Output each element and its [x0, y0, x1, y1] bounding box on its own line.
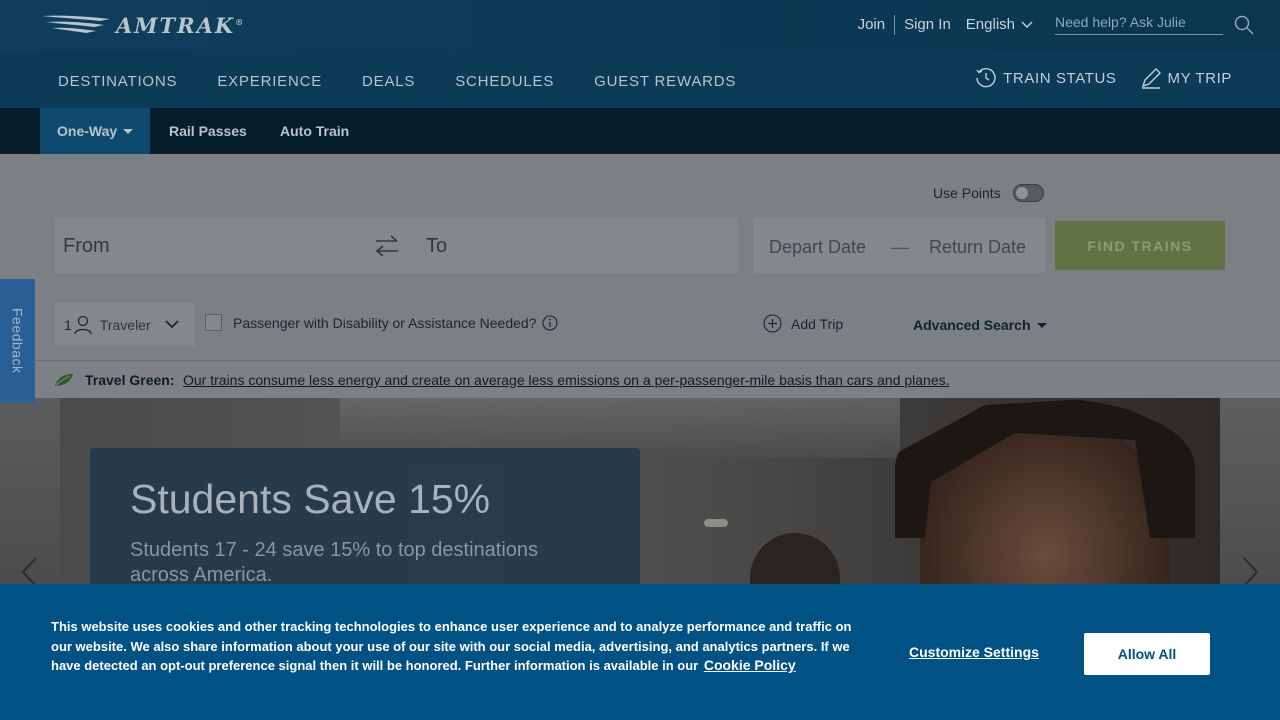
from-input[interactable]: From: [63, 235, 110, 258]
chevron-down-icon: [1021, 21, 1033, 28]
travel-green-label: Travel Green:: [85, 372, 175, 388]
chevron-left-icon[interactable]: [20, 556, 38, 584]
main-nav-items: DESTINATIONS EXPERIENCE DEALS SCHEDULES …: [58, 73, 736, 90]
feedback-label: Feedback: [9, 308, 26, 374]
my-trip-link[interactable]: MY TRIP: [1139, 66, 1233, 90]
swap-arrows-icon[interactable]: [373, 233, 401, 259]
help-search-input[interactable]: Need help? Ask Julie: [1055, 14, 1223, 35]
depart-date-input[interactable]: Depart Date: [769, 237, 866, 258]
train-status-link[interactable]: TRAIN STATUS: [974, 66, 1116, 90]
language-label: English: [965, 16, 1015, 33]
promo-subtitle: Students 17 - 24 save 15% to top destina…: [130, 539, 539, 584]
promo-card[interactable]: Students Save 15% Students 17 - 24 save …: [90, 448, 640, 584]
traveler-selector[interactable]: 1 Traveler: [55, 303, 195, 346]
search-icon[interactable]: [1234, 15, 1254, 35]
chevron-right-icon[interactable]: [1242, 556, 1260, 584]
customize-settings-button[interactable]: Customize Settings: [909, 644, 1039, 660]
top-bar: AMTRAK® Join Sign In English Need help? …: [0, 0, 1280, 50]
chevron-down-icon: [164, 320, 179, 329]
amtrak-logo[interactable]: AMTRAK®: [40, 12, 245, 38]
use-points: Use Points: [933, 184, 1044, 202]
travel-green-link[interactable]: Our trains consume less energy and creat…: [183, 372, 950, 388]
join-link[interactable]: Join: [849, 16, 895, 33]
add-trip-label: Add Trip: [791, 315, 844, 332]
tab-rail-passes[interactable]: Rail Passes: [169, 108, 247, 154]
tab-one-way[interactable]: One-Way: [40, 108, 151, 154]
from-to-field: From To: [55, 218, 738, 273]
advanced-search-label: Advanced Search: [913, 317, 1031, 333]
tab-one-way-label: One-Way: [57, 123, 118, 139]
tab-auto-train[interactable]: Auto Train: [280, 108, 349, 154]
utility-links: Join Sign In English Need help? Ask Juli…: [849, 14, 1254, 35]
travel-green-banner: Travel Green: Our trains consume less en…: [0, 360, 1280, 398]
disability-checkbox[interactable]: [205, 314, 222, 331]
cookie-banner: This website uses cookies and other trac…: [0, 584, 1280, 720]
nav-right: TRAIN STATUS MY TRIP: [974, 66, 1232, 90]
find-trains-button[interactable]: FIND TRAINS: [1055, 221, 1225, 270]
advanced-search-toggle[interactable]: Advanced Search: [913, 317, 1047, 333]
person-icon: [74, 315, 92, 334]
disability-option: Passenger with Disability or Assistance …: [205, 314, 558, 331]
cookie-text: This website uses cookies and other trac…: [51, 617, 871, 676]
main-nav: DESTINATIONS EXPERIENCE DEALS SCHEDULES …: [0, 50, 1280, 108]
nav-destinations[interactable]: DESTINATIONS: [58, 73, 177, 90]
info-icon[interactable]: [541, 314, 558, 331]
search-wrap: [1223, 15, 1254, 35]
date-separator: —: [891, 237, 909, 257]
nav-schedules[interactable]: SCHEDULES: [455, 73, 554, 90]
ceiling-light: [704, 519, 728, 527]
clock-history-icon: [976, 68, 996, 88]
caret-down-icon: [1036, 322, 1047, 328]
to-input[interactable]: To: [426, 235, 447, 258]
nav-deals[interactable]: DEALS: [362, 73, 415, 90]
cookie-policy-link[interactable]: Cookie Policy: [704, 657, 796, 673]
add-trip-button[interactable]: Add Trip: [763, 314, 843, 333]
pencil-icon: [1141, 68, 1161, 89]
date-field: Depart Date — Return Date: [753, 218, 1045, 273]
traveler-label: Traveler: [99, 316, 151, 333]
nav-guest-rewards[interactable]: GUEST REWARDS: [594, 73, 736, 90]
toggle-knob: [1015, 187, 1028, 199]
language-selector[interactable]: English: [966, 16, 1033, 33]
plus-circle-icon: [763, 314, 782, 333]
booking-type-tabs: One-Way Rail Passes Auto Train: [0, 108, 1280, 154]
disability-label: Passenger with Disability or Assistance …: [233, 314, 537, 331]
hero-carousel: Students Save 15% Students 17 - 24 save …: [0, 398, 1280, 584]
amtrak-swoosh-icon: [42, 15, 110, 33]
allow-all-button[interactable]: Allow All: [1084, 633, 1210, 675]
promo-title: Students Save 15%: [130, 476, 491, 522]
my-trip-label: MY TRIP: [1167, 69, 1232, 87]
caret-down-icon: [123, 128, 134, 134]
feedback-tab[interactable]: Feedback: [0, 279, 35, 403]
logo-wordmark: AMTRAK®: [116, 12, 246, 38]
use-points-toggle[interactable]: [1012, 184, 1044, 202]
traveler-count: 1: [64, 316, 72, 333]
sign-in-link[interactable]: Sign In: [895, 16, 960, 33]
nav-experience[interactable]: EXPERIENCE: [217, 73, 322, 90]
train-status-label: TRAIN STATUS: [1003, 69, 1117, 87]
return-date-input[interactable]: Return Date: [929, 237, 1026, 258]
leaf-icon: [55, 374, 73, 386]
use-points-label: Use Points: [933, 185, 1001, 201]
booking-form: Use Points From To Depart Date — Return …: [0, 154, 1280, 360]
